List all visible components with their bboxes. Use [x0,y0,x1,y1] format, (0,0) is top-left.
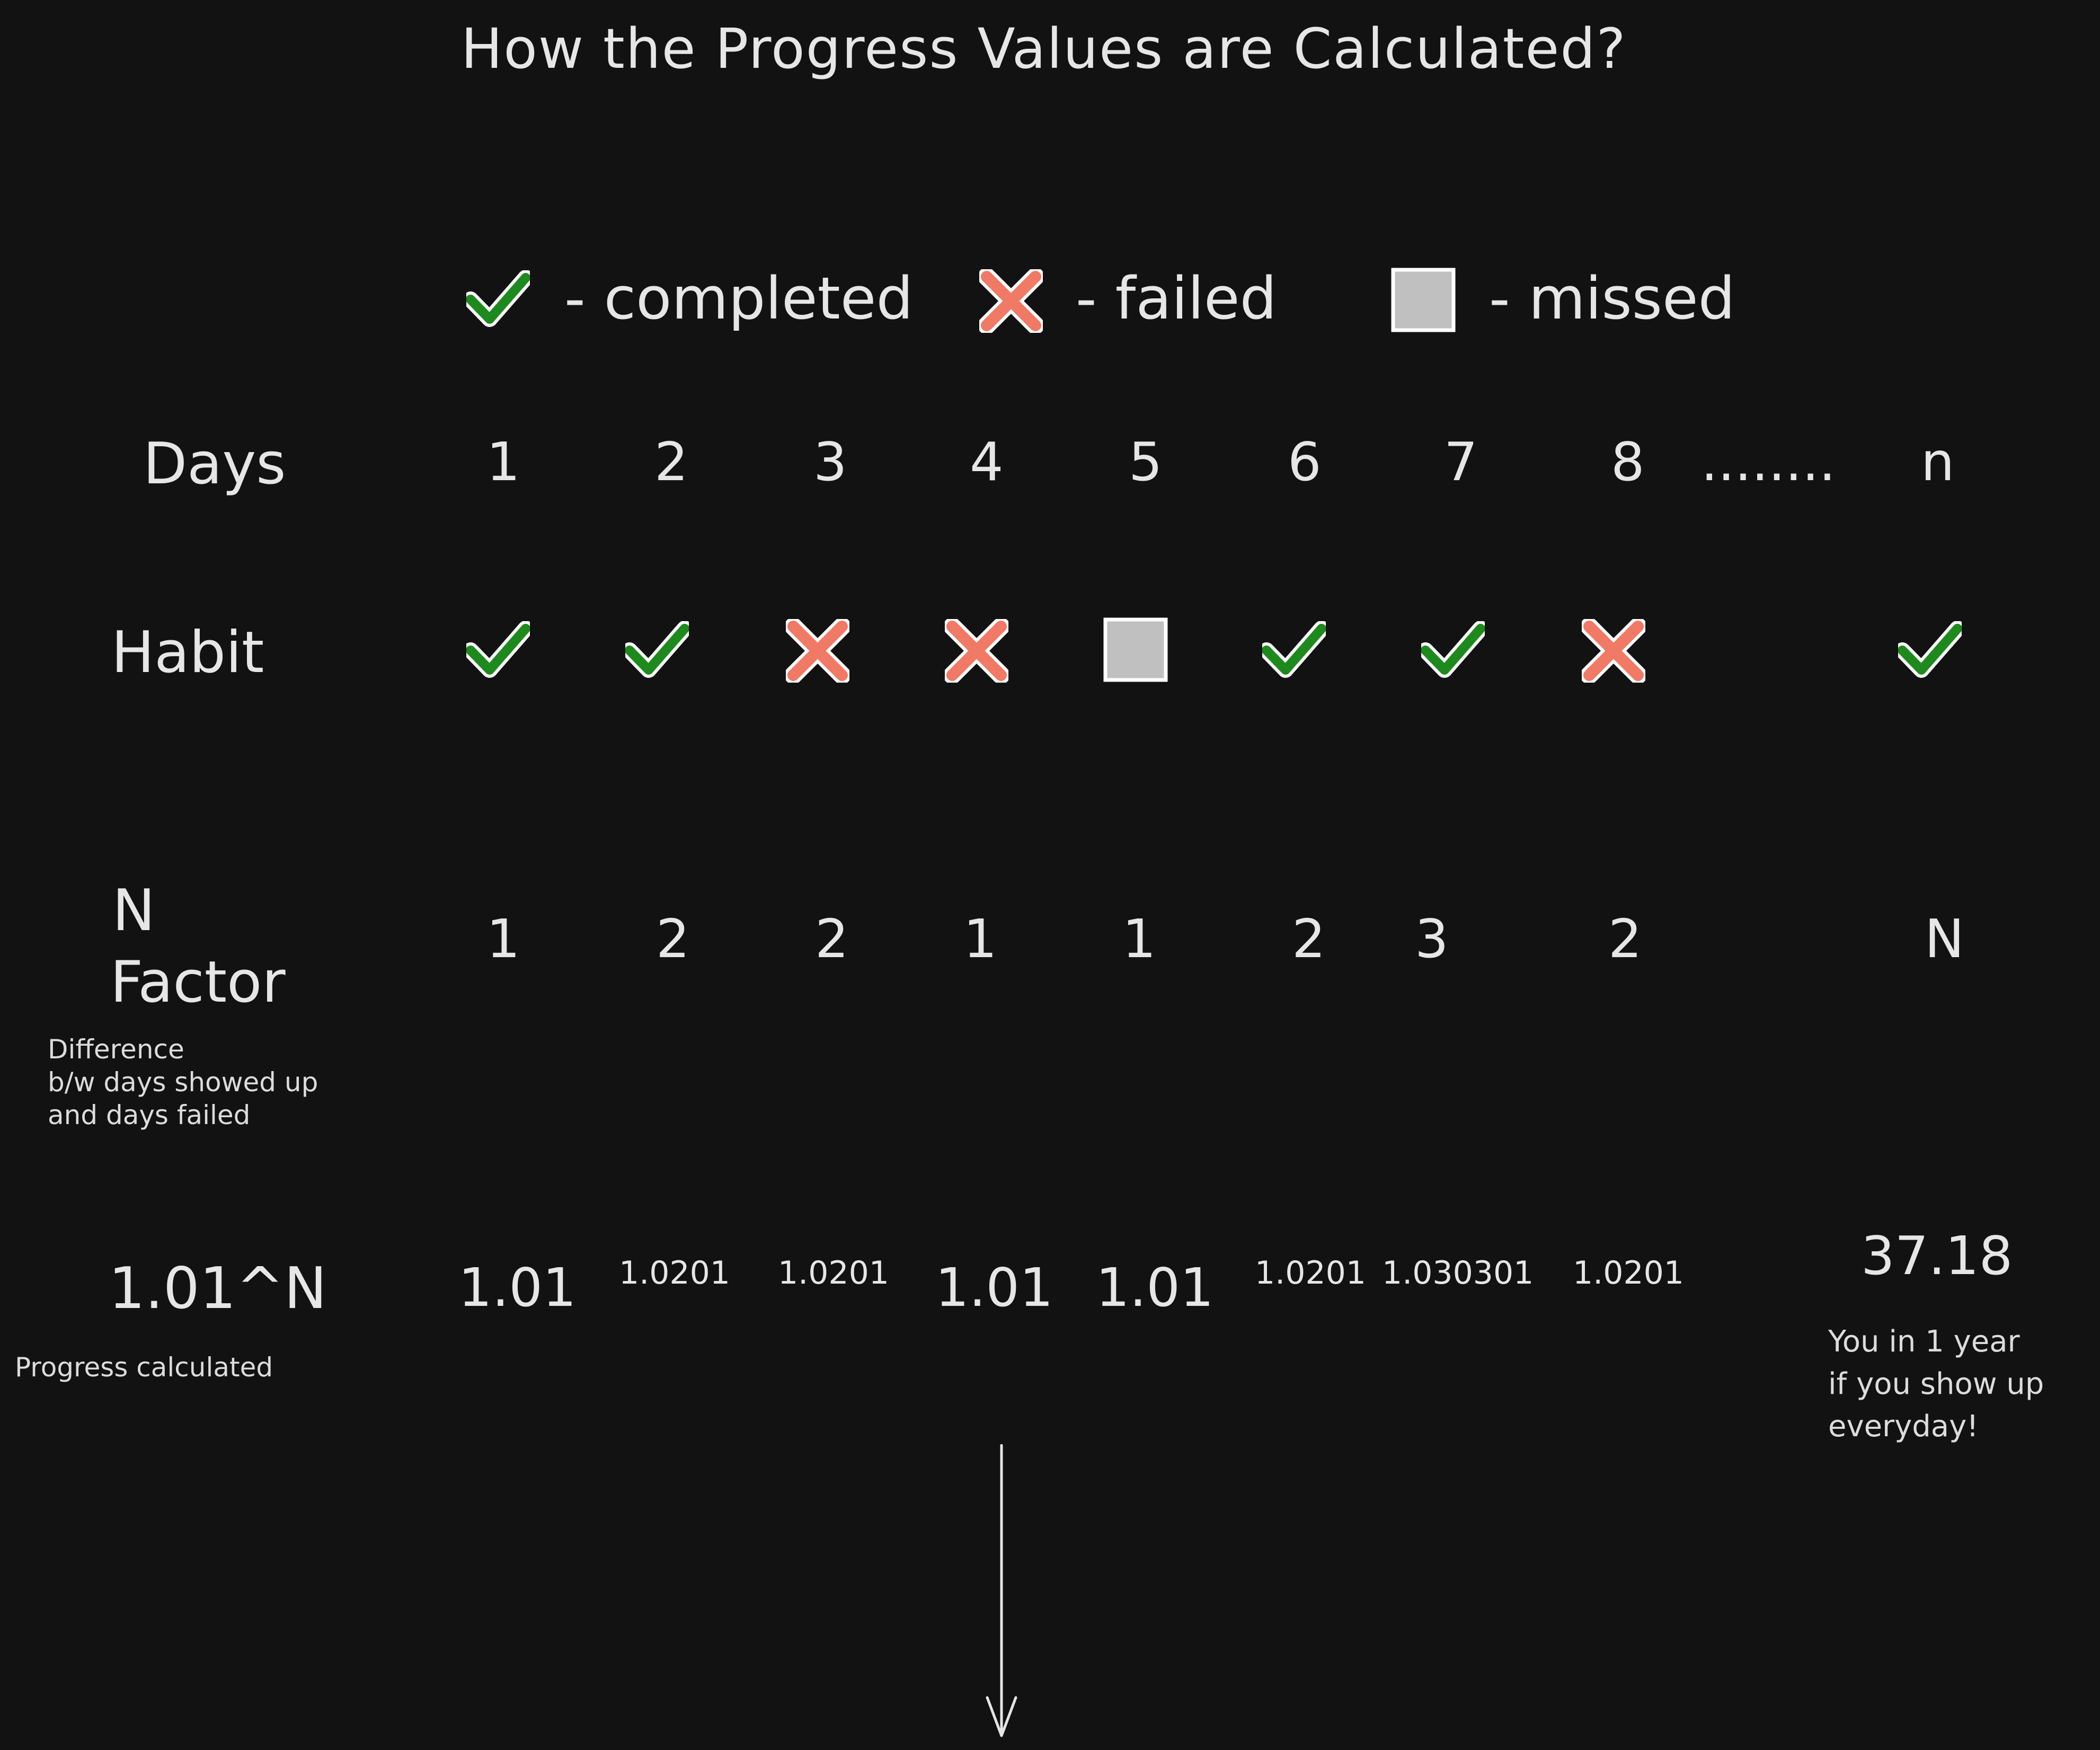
day-ellipsis: ........ [1701,431,1836,493]
n-factor-day-1: 1 [486,908,520,970]
day-7: 7 [1444,431,1478,493]
check-icon [1421,621,1485,679]
progress-day-1: 1.01 [458,1257,577,1319]
progress-day-7: 1.030301 [1382,1254,1534,1292]
day-4: 4 [970,431,1004,493]
n-factor-day-5: 1 [1122,908,1156,970]
progress-day-4: 1.01 [935,1257,1053,1319]
n-factor-day-6: 2 [1292,908,1326,970]
n-factor-day-8: 2 [1608,908,1642,970]
page-title: How the Progress Values are Calculated? [461,16,1627,81]
year-note-line3: everyday! [1828,1409,1979,1444]
down-arrow-icon [983,1444,1020,1740]
n-factor-note-line2: b/w days showed up [48,1067,318,1098]
progress-day-6: 1.0201 [1255,1254,1366,1292]
day-5: 5 [1129,431,1163,493]
cross-icon [1582,619,1645,683]
n-factor-day-n: N [1925,908,1964,970]
check-icon [625,621,689,679]
formula-row-label: 1.01^N [109,1256,327,1322]
progress-day-8: 1.0201 [1573,1254,1684,1292]
missed-square-icon [1391,268,1456,332]
cross-icon [979,269,1043,333]
n-factor-day-7: 3 [1415,908,1449,970]
legend-failed-label: - failed [1076,264,1277,332]
year-note-line1: You in 1 year [1828,1324,2020,1359]
n-factor-day-4: 1 [963,908,997,970]
check-icon [1898,621,1962,679]
cross-icon [945,619,1008,683]
n-factor-day-3: 2 [815,908,849,970]
day-2: 2 [654,431,688,493]
n-factor-note-line1: Difference [48,1034,184,1065]
n-factor-row-label-line1: N [112,878,155,944]
legend-missed-label: - missed [1489,264,1735,332]
progress-day-n: 37.18 [1861,1225,2013,1287]
formula-note: Progress calculated [15,1352,273,1383]
missed-square-icon [1103,617,1168,682]
day-6: 6 [1288,431,1322,493]
progress-day-2: 1.0201 [619,1254,730,1292]
days-row-label: Days [143,431,286,497]
year-note-line2: if you show up [1828,1367,2044,1401]
n-factor-row-label-line2: Factor [110,949,286,1015]
cross-icon [786,619,849,683]
progress-day-5: 1.01 [1096,1257,1214,1319]
check-icon [466,621,530,679]
habit-row-label: Habit [111,620,264,686]
day-1: 1 [486,431,520,493]
check-icon [466,270,530,329]
n-factor-day-2: 2 [656,908,690,970]
check-icon [1262,621,1326,679]
day-n: n [1921,431,1955,493]
n-factor-note-line3: and days failed [48,1100,251,1130]
day-3: 3 [813,431,847,493]
day-8: 8 [1611,431,1645,493]
legend-completed-label: - completed [564,264,914,332]
progress-day-3: 1.0201 [778,1254,889,1292]
